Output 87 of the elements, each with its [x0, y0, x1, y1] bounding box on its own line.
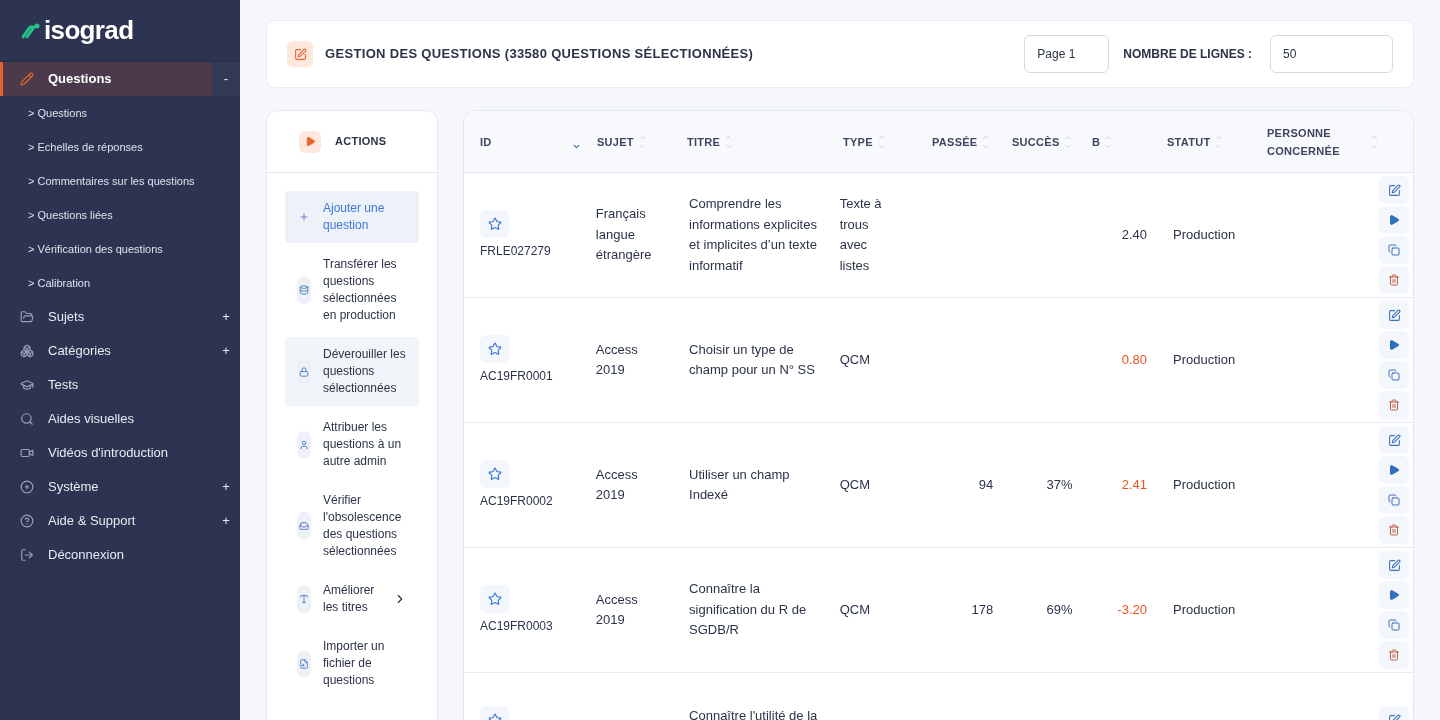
- submenu-item[interactable]: > Calibration: [0, 266, 240, 300]
- column-header[interactable]: B: [1092, 132, 1101, 151]
- sidebar-label: Aide & Support: [48, 512, 136, 531]
- toggle-icon[interactable]: +: [212, 504, 240, 538]
- sidebar-item[interactable]: Vidéos d'introduction: [0, 436, 240, 470]
- action-label: Ajouter une question: [323, 200, 386, 234]
- toggle-icon[interactable]: +: [212, 470, 240, 504]
- sidebar-label: Tests: [48, 376, 79, 395]
- table-cell-text: Production: [1172, 600, 1236, 619]
- sidebar-item[interactable]: Tests: [0, 368, 240, 402]
- table-cell-text: Texte à trous avec listes: [839, 195, 883, 275]
- sidebar-label: Catégories: [48, 342, 111, 361]
- table-cell-text: QCM: [839, 600, 870, 619]
- toggle-icon[interactable]: +: [212, 300, 240, 334]
- column-header[interactable]: TYPE: [843, 132, 873, 151]
- submenu-item[interactable]: > Commentaires sur les questions: [0, 164, 240, 198]
- column-header[interactable]: SUJET: [597, 132, 634, 151]
- table-cell-text: Choisir un type de champ pour un N° SS: [689, 340, 816, 379]
- sidebar-item[interactable]: Aide & Support +: [0, 504, 240, 538]
- sidebar-item[interactable]: Système +: [0, 470, 240, 504]
- action-item[interactable]: Transférer les questions sélectionnées en production: [285, 247, 419, 333]
- rows-label: NOMBRE DE LIGNES :: [1123, 46, 1252, 63]
- table-cell-text: Production: [1172, 475, 1236, 494]
- action-label: Transférer les questions sélectionnées en production: [323, 256, 398, 324]
- actions-title: ACTIONS: [335, 134, 387, 150]
- toggle-icon[interactable]: +: [212, 334, 240, 368]
- table-cell-text: QCM: [839, 350, 870, 369]
- logo-text: isograd: [44, 14, 134, 47]
- table-cell-text: Comprendre les informations explicites et implicites d’un texte informatif: [689, 195, 818, 275]
- sidebar-label: Aides visuelles: [48, 410, 134, 429]
- sidebar-item[interactable]: Catégories +: [0, 334, 240, 368]
- column-header[interactable]: TITRE: [687, 132, 721, 151]
- table-cell-text: FRLE027279: [480, 243, 552, 260]
- page-field[interactable]: Page 1: [1024, 35, 1110, 73]
- action-item[interactable]: Vérifier l'obsolescence des questions sélectionnées: [285, 483, 419, 569]
- submenu-item[interactable]: > Vérification des questions: [0, 232, 240, 266]
- submenu-item[interactable]: > Questions liées: [0, 198, 240, 232]
- table-cell-text: 37%: [1046, 475, 1073, 494]
- action-item[interactable]: Importer un fichier de questions: [285, 629, 419, 698]
- column-header[interactable]: PASSÉE: [932, 132, 978, 151]
- sidebar-item[interactable]: Sujets +: [0, 300, 240, 334]
- table-cell-text: Français langue étrangère: [595, 205, 653, 265]
- table-cell-text: QCM: [839, 475, 870, 494]
- action-item[interactable]: Ajouter une question: [285, 191, 419, 243]
- table-cell-text: AC19FR0002: [480, 493, 554, 510]
- submenu-item[interactable]: > Questions: [0, 96, 240, 130]
- column-header[interactable]: STATUT: [1167, 132, 1211, 151]
- action-label: Vérifier l'obsolescence des questions sélectionnées: [323, 492, 403, 560]
- table-cell-text: -3.20: [1117, 600, 1147, 619]
- table-cell-text: Production: [1172, 350, 1236, 369]
- page-title: GESTION DES QUESTIONS (33580 QUESTIONS SÉLECTIONNÉES): [325, 45, 754, 64]
- action-item[interactable]: Améliorer les titres: [285, 573, 419, 625]
- action-item[interactable]: Attribuer les questions à un autre admin: [285, 410, 419, 479]
- column-header[interactable]: PERSONNE CONCERNÉE: [1267, 123, 1366, 160]
- submenu-item[interactable]: > Echelles de réponses: [0, 130, 240, 164]
- table-cell-text: Connaître l'utilité de la: [689, 707, 818, 720]
- table-cell-text: Access 2019: [595, 590, 639, 629]
- table-cell-text: 178: [971, 600, 994, 619]
- table-cell-text: 2.40: [1121, 225, 1147, 244]
- table-cell-text: AC19FR0003: [480, 618, 554, 635]
- action-label: Déverouiller les questions sélectionnées: [323, 346, 407, 397]
- toggle-icon[interactable]: -: [212, 62, 240, 96]
- action-label: Importer un fichier de questions: [323, 638, 386, 689]
- action-label: Améliorer les titres: [323, 582, 376, 616]
- sidebar-label: Sujets: [48, 308, 85, 327]
- table-cell-text: Connaître la signification du R de SGDB/R: [689, 580, 808, 640]
- sidebar-label: Déconnexion: [48, 546, 124, 565]
- sidebar-item[interactable]: Questions -: [0, 62, 240, 96]
- table-cell-text: 0.80: [1121, 350, 1147, 369]
- sidebar-item[interactable]: Déconnexion: [0, 538, 240, 572]
- table-cell-text: Production: [1172, 225, 1236, 244]
- sidebar-label: Système: [48, 478, 99, 497]
- table-cell-text: Utiliser un champ Indexé: [689, 465, 791, 504]
- table-cell-text: Access 2019: [595, 340, 639, 379]
- action-item[interactable]: Déverouiller les questions sélectionnées: [285, 337, 419, 406]
- action-label: Attribuer les questions à un autre admin: [323, 419, 403, 470]
- rows-field[interactable]: 50: [1270, 35, 1393, 73]
- table-cell-text: Access 2019: [595, 465, 639, 504]
- table-cell-text: 94: [978, 475, 994, 494]
- sidebar-label: Questions: [48, 70, 112, 89]
- table-cell-text: AC19FR0001: [480, 368, 554, 385]
- column-header[interactable]: ID: [480, 132, 492, 151]
- column-header[interactable]: SUCCÈS: [1012, 132, 1060, 151]
- table-cell-text: 69%: [1046, 600, 1073, 619]
- table-cell-text: 2.41: [1121, 475, 1147, 494]
- sidebar-item[interactable]: Aides visuelles: [0, 402, 240, 436]
- sidebar-label: Vidéos d'introduction: [48, 444, 169, 463]
